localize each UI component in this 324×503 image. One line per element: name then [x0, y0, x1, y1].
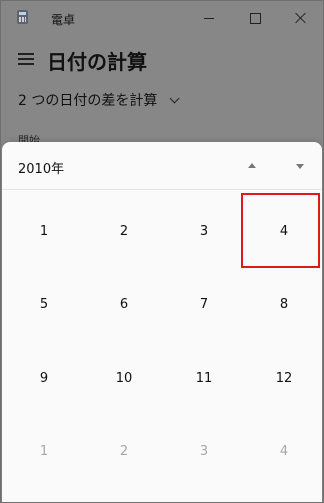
next-year-button[interactable]	[288, 156, 312, 176]
mode-dropdown-label: 2 つの日付の差を計算	[18, 93, 158, 109]
page-title: 日付の計算	[47, 50, 147, 74]
hamburger-menu-icon[interactable]	[18, 53, 34, 65]
month-cell[interactable]: 3	[164, 414, 244, 488]
calculator-window: 電卓 日付の計算 2 つの日付の差を計算 開始 2010年 1234567891…	[0, 0, 324, 503]
month-cell[interactable]: 9	[4, 341, 84, 415]
month-cell[interactable]: 1	[4, 414, 84, 488]
month-cell[interactable]: 2	[84, 414, 164, 488]
month-picker-flyout: 2010年 1 2 3 4 5 6 7 8 9 10 11 12 1 2 3 4	[2, 142, 323, 502]
window-title: 電卓	[51, 13, 76, 27]
month-cell[interactable]: 1	[4, 194, 84, 268]
minimize-button[interactable]	[186, 1, 232, 35]
chevron-down-icon	[169, 93, 180, 103]
title-bar: 電卓	[1, 1, 323, 35]
month-cell[interactable]: 11	[164, 341, 244, 415]
previous-year-button[interactable]	[240, 156, 264, 176]
month-cell[interactable]: 3	[164, 194, 244, 268]
close-button[interactable]	[278, 1, 323, 35]
year-header-button[interactable]: 2010年	[18, 158, 64, 177]
month-cell[interactable]: 2	[84, 194, 164, 268]
month-cell[interactable]: 12	[244, 341, 323, 415]
month-cell[interactable]: 5	[4, 267, 84, 341]
month-cell[interactable]: 10	[84, 341, 164, 415]
maximize-icon	[249, 12, 261, 24]
calculator-icon	[17, 10, 28, 24]
header-divider	[2, 189, 322, 190]
close-icon	[295, 12, 307, 24]
month-cell[interactable]: 4	[244, 414, 323, 488]
month-cell[interactable]: 7	[164, 267, 244, 341]
picker-header: 2010年	[2, 142, 322, 190]
mode-dropdown[interactable]: 2 つの日付の差を計算	[18, 90, 180, 110]
month-cell[interactable]: 8	[244, 267, 323, 341]
month-cell[interactable]: 6	[84, 267, 164, 341]
maximize-button[interactable]	[232, 1, 278, 35]
month-cell[interactable]: 4	[244, 194, 323, 268]
minimize-icon	[204, 17, 214, 19]
